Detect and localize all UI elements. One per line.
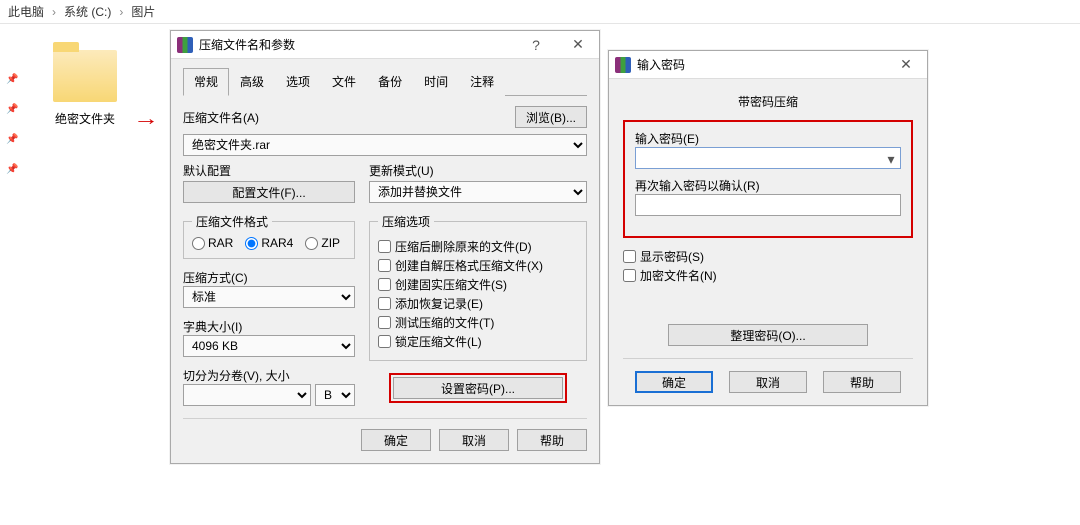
tab-advanced[interactable]: 高级 [229, 68, 275, 96]
archive-name-label: 压缩文件名(A) [183, 109, 259, 126]
opt-test-checkbox[interactable]: 测试压缩的文件(T) [378, 314, 578, 331]
opt-lock-checkbox[interactable]: 锁定压缩文件(L) [378, 333, 578, 350]
ok-button[interactable]: 确定 [361, 429, 431, 451]
password-subtitle: 带密码压缩 [623, 93, 913, 110]
show-password-checkbox[interactable]: 显示密码(S) [623, 248, 913, 265]
options-fieldset: 压缩选项 压缩后删除原来的文件(D) 创建自解压格式压缩文件(X) 创建固实压缩… [369, 213, 587, 361]
password-dialog: 输入密码 ✕ 带密码压缩 输入密码(E) ▾ 再次输入密码以确认(R) 显示密码… [608, 50, 928, 406]
titlebar[interactable]: 压缩文件名和参数 ? ✕ [171, 31, 599, 59]
tab-time[interactable]: 时间 [413, 68, 459, 96]
folder-icon [53, 50, 117, 102]
ok-button[interactable]: 确定 [635, 371, 713, 393]
window-title: 压缩文件名和参数 [199, 36, 515, 53]
options-legend: 压缩选项 [378, 213, 434, 230]
pin-icon: 📌 [6, 164, 14, 172]
cancel-button[interactable]: 取消 [729, 371, 807, 393]
tab-files[interactable]: 文件 [321, 68, 367, 96]
annotation-highlight: 设置密码(P)... [389, 373, 567, 403]
reenter-password-label: 再次输入密码以确认(R) [635, 179, 760, 193]
browse-button[interactable]: 浏览(B)... [515, 106, 587, 128]
folder-item[interactable]: 绝密文件夹 [40, 50, 130, 127]
help-button[interactable]: ? [515, 31, 557, 59]
close-button[interactable]: ✕ [557, 31, 599, 59]
enter-password-field[interactable] [635, 147, 901, 169]
titlebar[interactable]: 输入密码 ✕ [609, 51, 927, 79]
cancel-button[interactable]: 取消 [439, 429, 509, 451]
chevron-right-icon: › [115, 5, 127, 19]
window-title: 输入密码 [637, 56, 885, 73]
winrar-icon [177, 37, 193, 53]
profiles-button[interactable]: 配置文件(F)... [183, 181, 355, 203]
chevron-right-icon: › [48, 5, 60, 19]
format-legend: 压缩文件格式 [192, 213, 272, 230]
split-label: 切分为分卷(V), 大小 [183, 369, 290, 383]
reenter-password-field[interactable] [635, 194, 901, 216]
breadcrumb-seg[interactable]: 此电脑 [4, 3, 48, 20]
update-mode-select[interactable]: 添加并替换文件 [369, 181, 587, 203]
opt-delete-checkbox[interactable]: 压缩后删除原来的文件(D) [378, 238, 578, 255]
dict-label: 字典大小(I) [183, 320, 242, 334]
format-rar-radio[interactable]: RAR [192, 236, 233, 250]
archive-name-field[interactable]: 绝密文件夹.rar [183, 134, 587, 156]
opt-sfx-checkbox[interactable]: 创建自解压格式压缩文件(X) [378, 257, 578, 274]
dict-select[interactable]: 4096 KB [183, 335, 355, 357]
close-button[interactable]: ✕ [885, 51, 927, 79]
folder-label: 绝密文件夹 [55, 110, 115, 127]
help-button[interactable]: 帮助 [517, 429, 587, 451]
tab-comment[interactable]: 注释 [459, 68, 505, 96]
annotation-highlight: 输入密码(E) ▾ 再次输入密码以确认(R) [623, 120, 913, 238]
annotation-arrow-icon: → [133, 108, 159, 131]
set-password-button[interactable]: 设置密码(P)... [393, 377, 563, 399]
pin-icon: 📌 [6, 134, 14, 142]
organize-passwords-button[interactable]: 整理密码(O)... [668, 324, 868, 346]
opt-solid-checkbox[interactable]: 创建固实压缩文件(S) [378, 276, 578, 293]
tabs: 常规 高级 选项 文件 备份 时间 注释 [183, 67, 587, 96]
opt-recovery-checkbox[interactable]: 添加恢复记录(E) [378, 295, 578, 312]
split-unit-select[interactable]: B [315, 384, 355, 406]
method-select[interactable]: 标准 [183, 286, 355, 308]
archive-dialog: 压缩文件名和参数 ? ✕ 常规 高级 选项 文件 备份 时间 注释 压缩文件名(… [170, 30, 600, 464]
tab-general[interactable]: 常规 [183, 68, 229, 96]
tab-options[interactable]: 选项 [275, 68, 321, 96]
pin-icon: 📌 [6, 104, 14, 112]
quick-access-pins: 📌 📌 📌 📌 [6, 74, 14, 172]
default-profile-label: 默认配置 [183, 164, 231, 178]
enter-password-label: 输入密码(E) [635, 132, 699, 146]
winrar-icon [615, 57, 631, 73]
breadcrumb-seg[interactable]: 图片 [127, 3, 159, 20]
format-rar4-radio[interactable]: RAR4 [245, 236, 293, 250]
format-fieldset: 压缩文件格式 RAR RAR4 ZIP [183, 213, 355, 259]
explorer-pane: 📌 📌 📌 📌 绝密文件夹 [0, 24, 170, 524]
method-label: 压缩方式(C) [183, 271, 248, 285]
breadcrumb-seg[interactable]: 系统 (C:) [60, 3, 115, 20]
pin-icon: 📌 [6, 74, 14, 82]
split-size-field[interactable] [183, 384, 311, 406]
breadcrumb: 此电脑 › 系统 (C:) › 图片 [0, 0, 1080, 24]
update-mode-label: 更新模式(U) [369, 164, 434, 178]
help-button[interactable]: 帮助 [823, 371, 901, 393]
format-zip-radio[interactable]: ZIP [305, 236, 340, 250]
encrypt-filenames-checkbox[interactable]: 加密文件名(N) [623, 267, 913, 284]
tab-backup[interactable]: 备份 [367, 68, 413, 96]
